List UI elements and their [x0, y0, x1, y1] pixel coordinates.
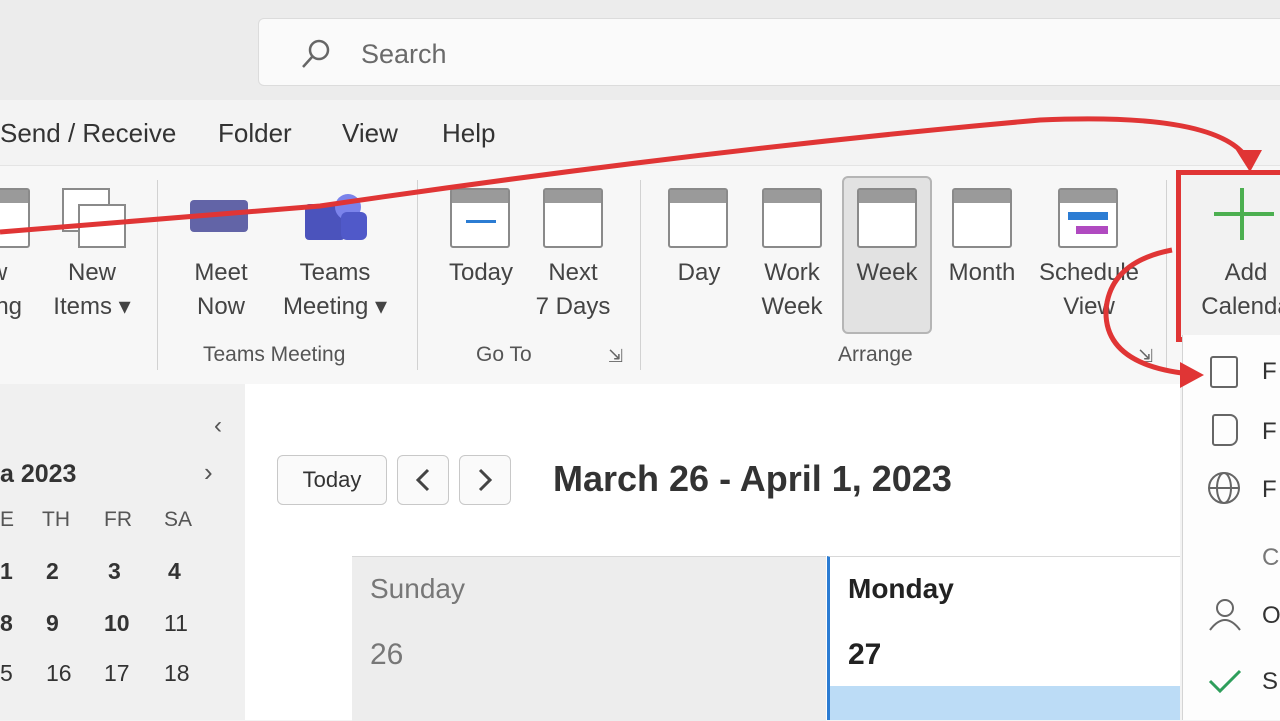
day-date: 27 [848, 638, 882, 671]
work-week-view-icon [762, 188, 822, 248]
calendar-book-icon [1212, 414, 1238, 446]
add-calendar-label: Add Calenda [1201, 259, 1280, 320]
mini-day-header: SA [164, 508, 193, 531]
ribbon-separator [640, 180, 641, 370]
day-view-button[interactable]: Day [654, 256, 744, 290]
mini-day-header: TH [42, 508, 70, 531]
ribbon-separator [1166, 180, 1167, 370]
ribbon-separator [417, 180, 418, 370]
menu-send-receive[interactable]: Send / Receive [0, 118, 176, 149]
mini-day[interactable]: 10 [104, 610, 130, 637]
work-week-view-button[interactable]: Work Week [746, 256, 838, 324]
group-label-arrange: Arrange [838, 343, 913, 366]
menu-folder[interactable]: Folder [218, 118, 292, 149]
dialog-launcher-icon[interactable]: ⇲ [608, 346, 623, 367]
search-icon [302, 39, 330, 68]
add-calendar-flyout [1182, 335, 1280, 720]
search-placeholder: Search [361, 39, 447, 69]
flyout-item[interactable]: C [1262, 544, 1279, 572]
mini-day[interactable]: 2 [46, 558, 59, 585]
mini-day[interactable]: 18 [164, 660, 190, 687]
calendar-grid-icon [1210, 356, 1238, 388]
month-view-icon [952, 188, 1012, 248]
search-box[interactable]: Search [258, 18, 1280, 86]
today-calendar-icon [450, 188, 510, 248]
next-week-button[interactable] [459, 455, 511, 505]
mini-day[interactable]: 1 [0, 558, 13, 585]
next-7-days-button[interactable]: Next 7 Days [527, 256, 619, 324]
selected-time-slot[interactable] [830, 686, 1180, 720]
mini-next-month-icon[interactable]: › [204, 457, 213, 488]
day-name: Sunday [370, 573, 465, 604]
week-range-title: March 26 - April 1, 2023 [553, 458, 952, 499]
mini-day[interactable]: 4 [168, 558, 181, 585]
mini-day[interactable]: 5 [0, 660, 13, 687]
globe-icon [1208, 472, 1240, 504]
chevron-right-icon [478, 468, 493, 492]
menu-view[interactable]: View [342, 118, 398, 149]
group-label-goto: Go To [476, 343, 532, 366]
video-camera-icon [190, 200, 248, 232]
month-view-button[interactable]: Month [936, 256, 1028, 290]
day-view-icon [668, 188, 728, 248]
flyout-item[interactable]: F [1262, 476, 1277, 504]
add-plus-icon-bar [1214, 212, 1274, 216]
mini-day[interactable]: 16 [46, 660, 72, 687]
new-appointment-icon [0, 188, 30, 248]
mini-calendar-month: a 2023 [0, 460, 77, 488]
mini-day-header: E [0, 508, 15, 531]
menu-help[interactable]: Help [442, 118, 495, 149]
people-icon [1209, 599, 1241, 631]
flyout-item[interactable]: O [1262, 602, 1280, 630]
mini-day-header: FR [104, 508, 132, 531]
next-7-days-icon [543, 188, 603, 248]
previous-week-button[interactable] [397, 455, 449, 505]
new-meeting-button[interactable]: w ing [0, 256, 22, 324]
mini-day[interactable]: 17 [104, 660, 130, 687]
schedule-view-icon [1058, 188, 1118, 248]
flyout-item[interactable]: S [1262, 668, 1278, 696]
mini-day[interactable]: 11 [164, 610, 188, 637]
mini-day[interactable]: 3 [108, 558, 121, 585]
group-label-teams: Teams Meeting [203, 343, 346, 366]
teams-meeting-button[interactable]: Teams Meeting ▾ [270, 256, 400, 324]
new-items-icon [62, 188, 126, 248]
chevron-left-icon [415, 468, 430, 492]
collapse-pane-icon[interactable]: ‹ [214, 412, 222, 440]
mini-day[interactable]: 9 [46, 610, 59, 637]
dialog-launcher-icon[interactable]: ⇲ [1138, 346, 1153, 367]
mini-day[interactable]: 8 [0, 610, 13, 637]
day-date: 26 [370, 638, 404, 671]
schedule-view-button[interactable]: Schedule View [1030, 256, 1148, 324]
week-view-icon [857, 188, 917, 248]
meet-now-button[interactable]: Meet Now [176, 256, 266, 324]
week-view-label: Week [856, 259, 918, 286]
flyout-item[interactable]: F [1262, 418, 1277, 446]
today-nav-button[interactable]: Today [277, 455, 387, 505]
checkmark-icon [1208, 669, 1242, 694]
day-name: Monday [848, 573, 954, 604]
teams-icon [305, 190, 367, 242]
new-items-button[interactable]: New Items ▾ [46, 256, 138, 324]
today-button[interactable]: Today [436, 256, 526, 290]
ribbon-separator [157, 180, 158, 370]
flyout-item[interactable]: F [1262, 358, 1277, 386]
